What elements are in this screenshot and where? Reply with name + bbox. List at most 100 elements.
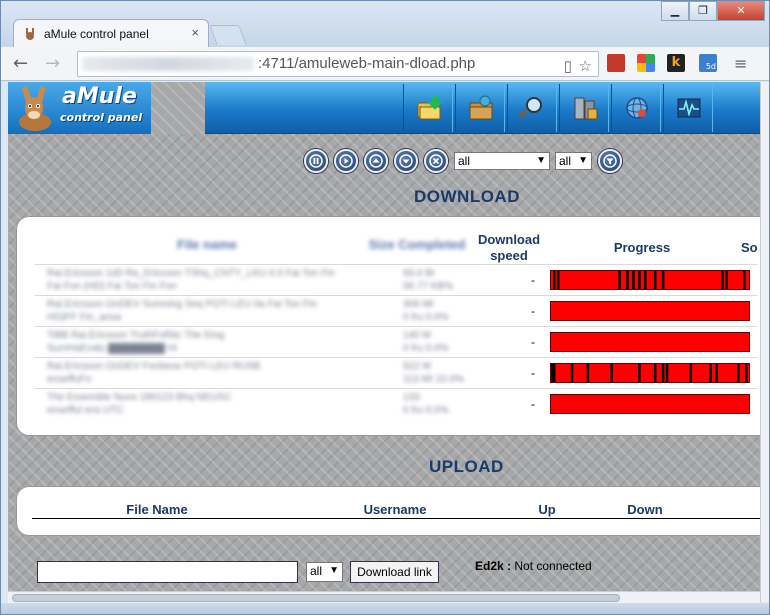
progress-chunk-mark: [661, 271, 665, 289]
cancel-button[interactable]: [424, 149, 448, 173]
priority-up-icon: [369, 154, 383, 168]
amule-favicon-icon: [26, 28, 34, 40]
vertical-scrollbar[interactable]: [760, 82, 769, 602]
google-extension-icon[interactable]: [637, 54, 655, 72]
address-url: :4711/amuleweb-main-dload.php: [258, 55, 476, 72]
ed2k-status-value: Not connected: [511, 559, 592, 573]
progress-chunk-mark: [556, 271, 560, 289]
progress-chunk-mark: [552, 364, 556, 382]
minimize-button[interactable]: ▁: [661, 1, 689, 21]
nav-shared-files[interactable]: [559, 84, 609, 132]
banner-gap: [151, 82, 205, 134]
browser-menu-icon[interactable]: ≡: [734, 54, 747, 74]
progress-chunk-mark: [743, 271, 746, 289]
download-row[interactable]: TiBB Rai.Ericsson TruthFoRitc The Eing S…: [35, 326, 757, 357]
download-row[interactable]: Rai.Ericsson OnDEV Fonbese POTI LEU RUSB…: [35, 357, 757, 388]
col-up[interactable]: Up: [517, 502, 577, 517]
progress-chunk-mark: [721, 271, 724, 289]
page-content: aMule control panel all ▼ all ▼ DOWNLOAD…: [8, 82, 760, 602]
top-banner: aMule control panel: [8, 82, 760, 134]
tab-strip: aMule control panel × ▁ ❐ ✕: [1, 1, 769, 47]
col-download-speed[interactable]: Download speed: [473, 232, 545, 264]
progress-bar: [550, 363, 750, 383]
reader-view-icon[interactable]: ▯: [564, 55, 572, 79]
priority-down-button[interactable]: [394, 149, 418, 173]
apply-filter-button[interactable]: [598, 149, 622, 173]
upload-panel: File Name Username Up Down: [17, 487, 760, 535]
horizontal-scrollbar[interactable]: [8, 591, 760, 603]
forward-icon[interactable]: →: [45, 54, 60, 74]
download-panel: File name Size Completed Download speed …: [17, 217, 760, 435]
link-category-value: all: [310, 564, 323, 578]
progress-chunk-mark: [661, 364, 665, 382]
k-extension-icon[interactable]: k: [667, 54, 685, 72]
progress-chunk-mark: [626, 271, 629, 289]
col-size-completed[interactable]: Size Completed: [361, 237, 473, 252]
window-frame-bottom: [1, 603, 769, 614]
progress-chunk-mark: [618, 271, 621, 289]
progress-chunk-mark: [653, 271, 657, 289]
progress-chunk-mark: [689, 364, 693, 382]
resume-icon: [339, 154, 353, 168]
download-heading: DOWNLOAD: [414, 187, 520, 206]
progress-chunk-mark: [737, 364, 740, 382]
bookmark-star-icon[interactable]: ☆: [579, 55, 592, 79]
browser-toolbar: ← → :4711/amuleweb-main-dload.php ▯ ☆ k …: [1, 47, 769, 81]
tab-title: aMule control panel: [44, 27, 149, 41]
address-bar[interactable]: :4711/amuleweb-main-dload.php ▯ ☆: [77, 51, 599, 77]
chevron-down-icon: ▼: [536, 155, 546, 166]
mule-mascot-icon: [19, 86, 51, 131]
status-filter-select[interactable]: all ▼: [454, 152, 550, 170]
col-upload-file-name[interactable]: File Name: [97, 502, 217, 517]
progress-bar: [550, 301, 750, 321]
calendar-extension-icon[interactable]: 5d: [699, 54, 717, 72]
progress-bar: [550, 394, 750, 414]
link-category-select[interactable]: all ▼: [306, 562, 343, 582]
resume-button[interactable]: [334, 149, 358, 173]
back-icon[interactable]: ←: [13, 54, 28, 74]
upload-heading: UPLOAD: [429, 457, 504, 476]
nav-statistics[interactable]: [663, 84, 713, 132]
nav-downloads[interactable]: [403, 84, 453, 132]
pause-button[interactable]: [304, 149, 328, 173]
chevron-down-icon: ▼: [578, 155, 588, 166]
close-window-button[interactable]: ✕: [717, 1, 765, 21]
tab-close-icon[interactable]: ×: [191, 25, 199, 40]
progress-chunk-mark: [709, 364, 712, 382]
col-sources[interactable]: So: [741, 240, 760, 255]
progress-chunk-mark: [638, 271, 641, 289]
col-file-name[interactable]: File name: [157, 237, 257, 252]
priority-up-button[interactable]: [364, 149, 388, 173]
col-progress[interactable]: Progress: [587, 240, 697, 255]
download-row[interactable]: Rai.Ericsson OnDEV Sumning Seq POTI LEU …: [35, 295, 757, 326]
col-username[interactable]: Username: [335, 502, 455, 517]
download-row[interactable]: The Essemble Nuns 180123 Bhq NEUSC ensef…: [35, 388, 757, 419]
download-row[interactable]: Rai.Ericsson 1d3 Ra_Ericcson TShq_CNTY_L…: [35, 264, 757, 295]
progress-chunk-mark: [632, 271, 635, 289]
servers-kad-icon: [626, 97, 648, 119]
nav-search[interactable]: [507, 84, 557, 132]
chevron-down-icon: ▼: [329, 565, 339, 576]
amule-logo: aMule control panel: [8, 82, 151, 134]
upload-header-divider: [32, 518, 760, 519]
progress-bar: [550, 270, 750, 290]
nav-uploads[interactable]: [455, 84, 505, 132]
progress-chunk-mark: [610, 364, 613, 382]
new-tab-button[interactable]: [209, 25, 247, 45]
downloads-icon: [417, 96, 442, 120]
col-down[interactable]: Down: [615, 502, 675, 517]
maximize-button[interactable]: ❐: [689, 1, 717, 21]
bookmark-extension-icon[interactable]: [607, 54, 625, 72]
uploads-icon: [469, 95, 493, 120]
ed2k-status: Ed2k : Not connected: [475, 559, 592, 573]
browser-tab[interactable]: aMule control panel ×: [13, 19, 209, 47]
horizontal-scroll-thumb[interactable]: [12, 594, 620, 602]
progress-chunk-mark: [638, 364, 641, 382]
nav-servers-kad[interactable]: [611, 84, 661, 132]
progress-chunk-mark: [725, 271, 728, 289]
download-link-button[interactable]: Download link: [350, 561, 439, 583]
search-icon: [520, 97, 542, 118]
progress-chunk-mark: [715, 364, 718, 382]
category-filter-select[interactable]: all ▼: [555, 152, 592, 170]
ed2k-link-input[interactable]: [37, 561, 298, 583]
